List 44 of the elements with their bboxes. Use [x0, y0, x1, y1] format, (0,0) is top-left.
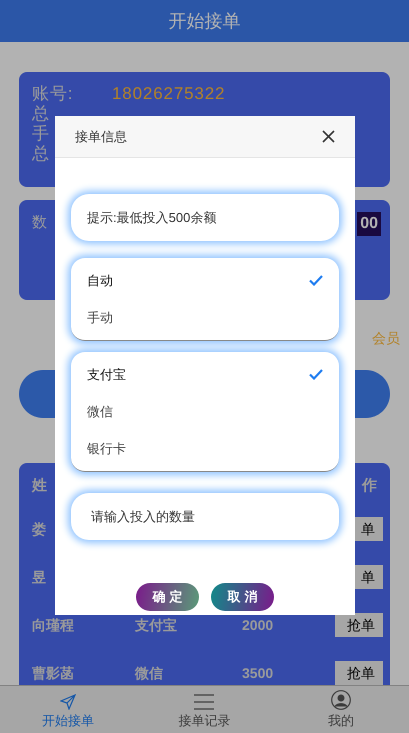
column-header: 作: [362, 476, 377, 496]
nav-tab[interactable]: 我的: [272, 686, 409, 733]
option-label: 微信: [87, 402, 113, 421]
name-cell-text: 曹影菡: [32, 664, 74, 682]
option-label: 支付宝: [87, 366, 126, 384]
name-cell-text: 向瑾程: [32, 616, 74, 634]
method-cell-text: 支付宝: [135, 616, 177, 634]
amount-cell-text: 3500: [242, 664, 274, 682]
account-label: 手: [32, 124, 50, 144]
method-cell-text: 微信: [135, 664, 163, 682]
option-label: 自动: [87, 272, 113, 290]
option-item[interactable]: 手动: [71, 299, 339, 336]
page-title: 开始接单: [168, 10, 240, 32]
option-item[interactable]: 微信: [71, 393, 339, 430]
name-cell-text: 娄: [32, 520, 46, 538]
quantity-badge: 00: [357, 212, 381, 236]
menu-icon: [193, 694, 216, 710]
column-header: 姓: [32, 476, 47, 496]
account-number: 18026275322: [112, 84, 226, 104]
account-label: 总: [32, 104, 50, 124]
paper-plane-icon: [60, 694, 76, 710]
account-label: 账号:: [32, 84, 74, 104]
cancel-button[interactable]: 取 消: [211, 583, 274, 611]
notice-text: 会员: [372, 329, 400, 348]
option-label: 银行卡: [87, 440, 126, 458]
amount-cell-text: 2000: [242, 616, 274, 634]
check-icon: [309, 369, 323, 380]
quantity-label: 数: [32, 213, 47, 233]
name-cell-text: 昱: [32, 568, 46, 586]
nav-tab[interactable]: 接单记录: [136, 686, 273, 733]
confirm-button[interactable]: 确 定: [136, 583, 199, 611]
hint-text: 提示:最低投入500余额: [87, 208, 216, 227]
option-label: 手动: [87, 308, 113, 327]
account-label: 总: [32, 144, 50, 164]
amount-field[interactable]: 请输入投入的数量: [71, 493, 339, 540]
check-icon: [309, 275, 323, 286]
option-item[interactable]: 银行卡: [71, 430, 339, 467]
grab-button[interactable]: 抢单: [335, 613, 383, 637]
option-item[interactable]: 自动: [71, 262, 339, 299]
grab-button[interactable]: 抢单: [335, 661, 383, 685]
user-icon: [330, 690, 351, 710]
option-item[interactable]: 支付宝: [71, 356, 339, 393]
close-icon[interactable]: [322, 130, 335, 143]
dialog-title: 接单信息: [75, 128, 127, 146]
